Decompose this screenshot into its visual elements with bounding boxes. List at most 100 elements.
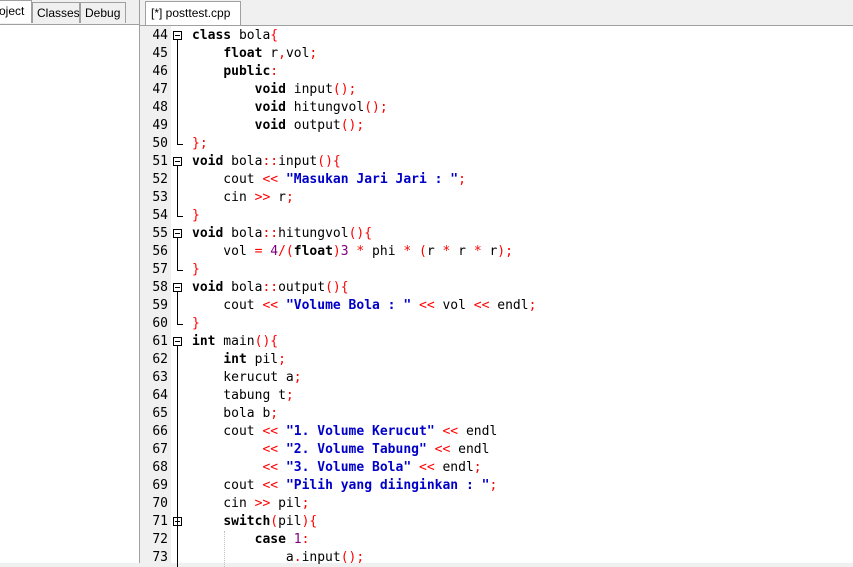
fold-guide-line [177, 292, 178, 324]
line-number: 67 [152, 442, 168, 457]
code-token: ; [278, 352, 286, 367]
code-line[interactable]: 62 int pil; [140, 351, 853, 369]
code-line[interactable]: 46 public: [140, 63, 853, 81]
code-token: :: [262, 226, 279, 241]
code-line[interactable]: 45 float r,vol; [140, 45, 853, 63]
code-line[interactable]: 70 cin >> pil; [140, 495, 853, 513]
fold-collapse-icon[interactable] [173, 31, 182, 40]
code-token: ; [528, 298, 537, 313]
code-token: bola [231, 28, 271, 43]
code-text: void output(); [192, 117, 365, 135]
code-editor[interactable]: 44 class bola{45 float r,vol; 46 public: 47… [140, 26, 853, 567]
fold-collapse-icon[interactable] [173, 229, 182, 238]
fold-collapse-icon[interactable] [173, 337, 182, 346]
tab-project[interactable]: oject [0, 0, 32, 23]
code-line[interactable]: 47 void input(); [140, 81, 853, 99]
project-panel: oject Classes Debug [0, 0, 140, 563]
code-token: ; [285, 388, 294, 403]
indent-guide [224, 531, 225, 567]
code-line[interactable]: 44 class bola{ [140, 27, 853, 45]
code-line[interactable]: 58 void bola::output(){ [140, 279, 853, 297]
tab-classes[interactable]: Classes [32, 2, 80, 23]
code-text: cout << "Pilih yang diinginkan : "; [192, 477, 497, 495]
code-line[interactable]: 57} [140, 261, 853, 279]
code-line[interactable]: 61 int main(){ [140, 333, 853, 351]
code-token: >> [254, 190, 271, 205]
code-line[interactable]: 52 cout << "Masukan Jari Jari : "; [140, 171, 853, 189]
fold-collapse-icon[interactable] [173, 157, 182, 166]
code-token: << [473, 298, 490, 313]
code-token: void [192, 226, 224, 241]
code-line[interactable]: 71 switch(pil){ [140, 513, 853, 531]
code-text: switch(pil){ [192, 513, 317, 531]
code-token: :: [262, 154, 279, 169]
code-token: pil [270, 496, 302, 511]
tab-debug[interactable]: Debug [80, 2, 126, 23]
code-token: << [434, 442, 451, 457]
code-line[interactable]: 48 void hitungvol(); [140, 99, 853, 117]
line-number: 59 [152, 298, 168, 313]
code-line[interactable]: 72 case 1: [140, 531, 853, 549]
fold-collapse-icon[interactable] [173, 283, 182, 292]
code-line[interactable]: 68 << "3. Volume Bola" << endl; [140, 459, 853, 477]
code-line[interactable]: 53 cin >> r; [140, 189, 853, 207]
code-token: vol [434, 298, 474, 313]
code-line[interactable]: 65 bola b; [140, 405, 853, 423]
code-text: void input(); [192, 81, 357, 99]
code-line[interactable]: 49 void output(); [140, 117, 853, 135]
code-line[interactable]: 63 kerucut a; [140, 369, 853, 387]
code-line[interactable]: 69 cout << "Pilih yang diinginkan : "; [140, 477, 853, 495]
line-number: 66 [152, 424, 168, 439]
code-line[interactable]: 64 tabung t; [140, 387, 853, 405]
code-token: } [192, 262, 200, 277]
code-token: cout [192, 424, 263, 439]
code-line[interactable]: 59 cout << "Volume Bola : " << vol << en… [140, 297, 853, 315]
code-text: cout << "1. Volume Kerucut" << endl [192, 423, 497, 441]
code-text: << "2. Volume Tabung" << endl [192, 441, 489, 459]
code-token: << [262, 460, 279, 475]
code-text: public: [192, 63, 278, 81]
code-line[interactable]: 51 void bola::input(){ [140, 153, 853, 171]
code-line[interactable]: 60} [140, 315, 853, 333]
fold-guide-line [177, 166, 178, 216]
project-panel-tabs: oject Classes Debug [0, 0, 139, 25]
code-token: "2. Volume Tabung" [285, 442, 427, 457]
code-token: ; [458, 172, 466, 187]
code-token: hitungvol [278, 226, 349, 241]
code-line[interactable]: 54} [140, 207, 853, 225]
code-token: vol [285, 46, 310, 61]
tab-posttest-cpp[interactable]: [*] posttest.cpp [145, 1, 241, 25]
code-text: }; [192, 135, 208, 153]
code-text: void hitungvol(); [192, 99, 388, 117]
code-token: cin [192, 496, 255, 511]
code-line[interactable]: 66 cout << "1. Volume Kerucut" << endl [140, 423, 853, 441]
code-token: ){ [301, 514, 318, 529]
code-text: void bola::input(){ [192, 153, 341, 171]
code-token: void [192, 154, 224, 169]
code-token: * [403, 244, 412, 259]
code-token: r [426, 244, 443, 259]
line-number: 47 [152, 82, 168, 97]
code-line[interactable]: 73 a.input(); [140, 549, 853, 567]
line-number: 58 [152, 280, 168, 295]
code-token: (){ [317, 154, 341, 169]
code-token: (); [332, 82, 357, 97]
code-line[interactable]: 55 void bola::hitungvol(){ [140, 225, 853, 243]
code-text: int main(){ [192, 333, 278, 351]
code-line[interactable]: 56 vol = 4/(float)3 * phi * (r * r * r); [140, 243, 853, 261]
code-token: << [419, 298, 435, 313]
code-line[interactable]: 50}; [140, 135, 853, 153]
code-token: :: [262, 280, 279, 295]
code-line[interactable]: 67 << "2. Volume Tabung" << endl [140, 441, 853, 459]
code-token: hitungvol [285, 100, 365, 115]
fold-end-marker [177, 324, 183, 325]
code-text: } [192, 207, 200, 225]
code-token: void [254, 100, 286, 115]
code-token: output [285, 118, 341, 133]
code-token: << [442, 424, 459, 439]
